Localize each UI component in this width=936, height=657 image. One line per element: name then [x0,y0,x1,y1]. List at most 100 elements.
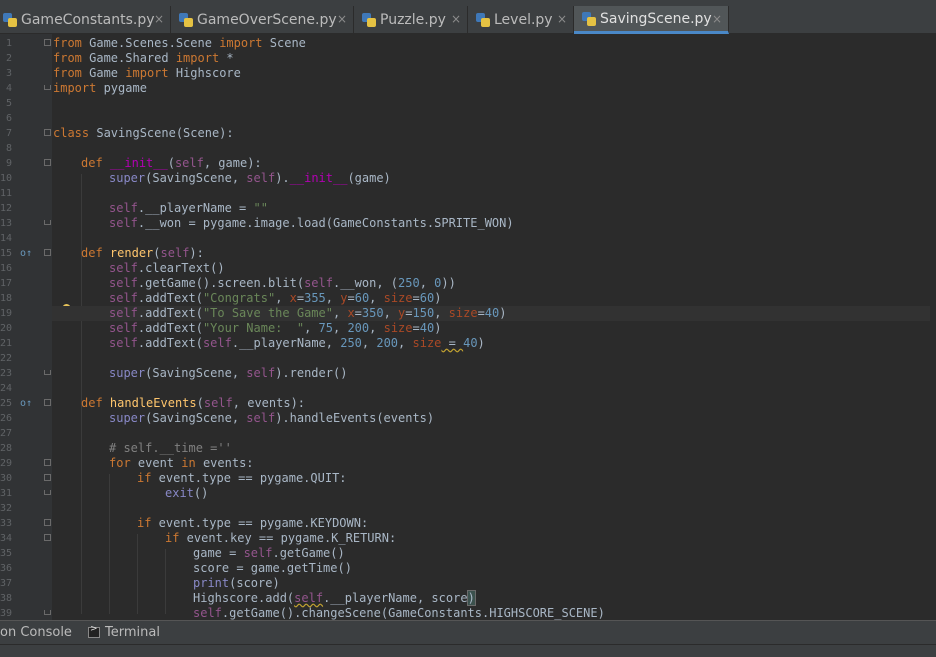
tab-label: GameConstants.py [21,12,155,28]
line-number: 34 [0,533,13,544]
line-number: 13 [0,218,13,229]
line-number: 6 [5,113,12,124]
tool-window-bar: on Console Terminal [0,620,936,644]
code-line-31: exit() [165,486,209,500]
python-file-icon [362,13,376,27]
code-editor[interactable]: 1 2 3 4 5 6 7 8 9 10 11 12 13 14 15 16 1… [0,34,936,620]
line-number: 15 [0,248,13,259]
fold-marker-icon[interactable] [44,39,51,46]
tab-label: Level.py [494,12,553,28]
line-number: 2 [5,53,12,64]
code-line-12: self.__playerName = "" [109,201,268,215]
line-number: 7 [5,128,12,139]
code-line-15: def render(self): [81,246,204,260]
close-icon[interactable]: × [557,12,567,26]
tab-gameoverscene[interactable]: GameOverScene.py × [171,6,354,34]
line-number: 26 [0,413,13,424]
line-number: 35 [0,548,13,559]
code-line-19-current: self.addText("To Save the Game", x=350, … [52,306,935,321]
line-number: 1 [5,38,12,49]
code-line-13: self.__won = pygame.image.load(GameConst… [109,216,514,230]
fold-marker-icon[interactable] [44,220,51,225]
code-line-20: self.addText("Your Name: ", 75, 200, siz… [109,321,442,335]
line-number: 39 [0,608,13,619]
code-line-36: score = game.getTime() [193,561,352,575]
line-number: 36 [0,563,13,574]
code-line-38: Highscore.add(self.__playerName, score) [193,590,476,606]
fold-marker-icon[interactable] [44,534,51,541]
code-line-18: self.addText("Congrats", x=355, y=60, si… [109,291,442,305]
indent-guide [81,174,82,614]
status-bar [0,644,936,657]
tab-label: SavingScene.py [600,10,712,27]
indent-guide [109,474,110,614]
python-file-icon [582,11,596,26]
fold-marker-icon[interactable] [44,610,51,615]
line-number: 25 [0,398,13,409]
line-number: 27 [0,428,13,439]
fold-marker-icon[interactable] [44,474,51,481]
code-line-26: super(SavingScene, self).handleEvents(ev… [109,411,435,425]
code-line-39: self.getGame().changeScene(GameConstants… [193,606,605,620]
line-number: 4 [5,83,12,94]
fold-marker-icon[interactable] [44,249,51,256]
line-number: 24 [0,383,13,394]
override-method-icon[interactable]: o↑ [20,246,32,261]
tab-label: GameOverScene.py [197,12,337,28]
line-number: 31 [0,488,13,499]
fold-marker-icon[interactable] [44,159,51,166]
tab-label: Puzzle.py [380,12,446,28]
fold-marker-icon[interactable] [44,459,51,466]
editor-scrollbar[interactable] [930,34,936,620]
line-number: 38 [0,593,13,604]
close-icon[interactable]: × [712,12,722,26]
editor-tab-bar: GameConstants.py × GameOverScene.py × Pu… [0,6,936,34]
code-line-21: self.addText(self.__playerName, 250, 200… [109,336,485,350]
line-number: 21 [0,338,13,349]
close-icon[interactable]: × [337,12,347,26]
code-line-10: super(SavingScene, self).__init__(game) [109,171,391,185]
code-line-37: print(score) [193,576,280,590]
line-number: 22 [0,353,13,364]
line-number: 12 [0,203,13,214]
code-line-25: def handleEvents(self, events): [81,396,306,410]
code-line-29: for event in events: [109,456,254,470]
code-line-35: game = self.getGame() [193,546,345,560]
code-line-9: def __init__(self, game): [81,156,262,170]
python-file-icon [179,13,193,27]
line-number: 10 [0,173,13,184]
editor-gutter: 1 2 3 4 5 6 7 8 9 10 11 12 13 14 15 16 1… [0,34,52,620]
python-console-tab[interactable]: on Console [0,625,72,640]
indent-guide [165,549,166,614]
line-number: 3 [5,68,12,79]
close-icon[interactable]: × [154,12,164,26]
fold-marker-icon[interactable] [44,370,51,375]
tab-level[interactable]: Level.py × [468,6,574,34]
fold-marker-icon[interactable] [44,129,51,136]
tab-gameconstants[interactable]: GameConstants.py × [0,6,171,34]
fold-marker-icon[interactable] [44,399,51,406]
indent-guide [137,534,138,614]
fold-marker-icon[interactable] [44,85,51,90]
tab-savingscene[interactable]: SavingScene.py × [574,6,729,34]
line-number: 14 [0,233,13,244]
line-number: 20 [0,323,13,334]
code-line-7: class SavingScene(Scene): [53,126,234,140]
fold-marker-icon[interactable] [44,519,51,526]
code-line-2: from Game.Shared import * [53,51,234,65]
code-line-28: # self.__time ='' [109,441,232,455]
override-method-icon[interactable]: o↑ [20,396,32,411]
line-number: 28 [0,443,13,454]
code-line-1: from Game.Scenes.Scene import Scene [53,36,306,50]
code-line-3: from Game import Highscore [53,66,241,80]
terminal-tab[interactable]: Terminal [105,625,160,640]
close-icon[interactable]: × [451,12,461,26]
line-number: 11 [0,188,13,199]
line-number: 19 [0,308,13,319]
line-number: 33 [0,518,13,529]
line-number: 23 [0,368,13,379]
tab-puzzle[interactable]: Puzzle.py × [354,6,468,34]
line-number: 32 [0,503,13,514]
python-file-icon [3,13,17,27]
fold-marker-icon[interactable] [44,490,51,495]
